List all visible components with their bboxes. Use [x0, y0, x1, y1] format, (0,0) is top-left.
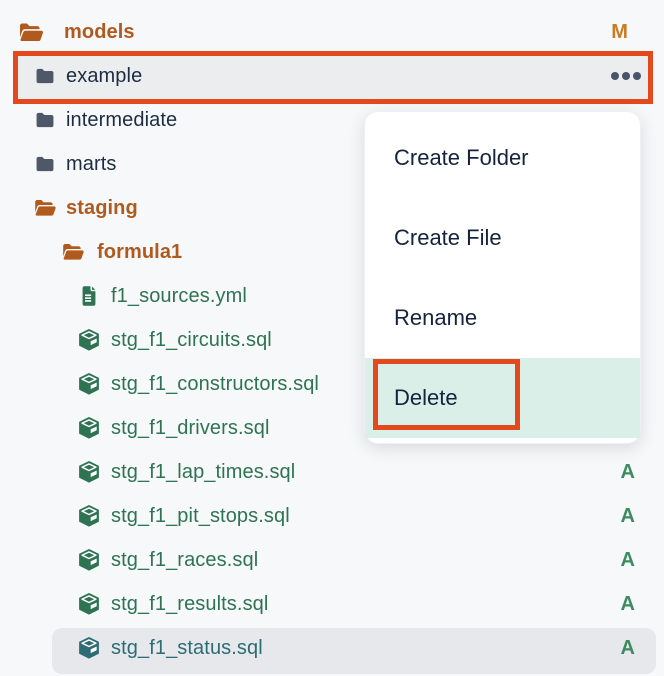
folder-icon [33, 153, 57, 175]
added-badge: A [620, 462, 635, 482]
added-badge: A [620, 638, 635, 658]
file-icon [77, 284, 101, 308]
tree-item-stg-f1-status[interactable]: stg_f1_status.sql A [0, 626, 664, 670]
menu-item-delete[interactable]: Delete [365, 358, 640, 438]
tree-item-example[interactable]: example [0, 54, 664, 98]
menu-item-create-folder[interactable]: Create Folder [365, 118, 640, 198]
menu-item-create-file[interactable]: Create File [365, 198, 640, 278]
tree-item-label: stg_f1_constructors.sql [111, 374, 319, 394]
tree-item-models[interactable]: models M [0, 10, 664, 54]
tree-item-label: intermediate [66, 110, 177, 130]
tree-item-label: models [64, 22, 135, 42]
tree-item-label: stg_f1_circuits.sql [111, 330, 272, 350]
model-cube-icon [77, 372, 101, 396]
tree-item-label: stg_f1_races.sql [111, 550, 258, 570]
ellipsis-icon [611, 72, 619, 80]
tree-item-label: example [66, 66, 142, 86]
tree-item-label: marts [66, 154, 117, 174]
tree-item-label: stg_f1_results.sql [111, 594, 268, 614]
tree-item-stg-f1-pit-stops[interactable]: stg_f1_pit_stops.sql A [0, 494, 664, 538]
tree-item-label: stg_f1_pit_stops.sql [111, 506, 290, 526]
folder-icon [33, 65, 57, 87]
folder-open-icon [33, 196, 57, 220]
model-cube-icon [77, 460, 101, 484]
tree-item-label: staging [66, 198, 138, 218]
tree-item-label: stg_f1_drivers.sql [111, 418, 270, 438]
model-cube-icon [77, 548, 101, 572]
tree-item-label: f1_sources.yml [111, 286, 247, 306]
model-cube-icon [77, 328, 101, 352]
folder-open-icon [16, 19, 46, 46]
menu-item-rename[interactable]: Rename [365, 278, 640, 358]
tree-item-stg-f1-results[interactable]: stg_f1_results.sql A [0, 582, 664, 626]
added-badge: A [620, 550, 635, 570]
folder-icon [33, 109, 57, 131]
added-badge: A [620, 506, 635, 526]
modified-badge: M [611, 22, 628, 42]
added-badge: A [620, 594, 635, 614]
more-actions-button[interactable] [611, 68, 641, 84]
context-menu: Create Folder Create File Rename Delete [364, 111, 641, 444]
model-cube-icon [77, 592, 101, 616]
tree-item-label: formula1 [97, 242, 182, 262]
folder-open-icon [61, 240, 85, 264]
model-cube-icon [77, 504, 101, 528]
tree-item-label: stg_f1_lap_times.sql [111, 462, 295, 482]
tree-item-stg-f1-lap-times[interactable]: stg_f1_lap_times.sql A [0, 450, 664, 494]
model-cube-icon [77, 636, 101, 660]
tree-item-stg-f1-races[interactable]: stg_f1_races.sql A [0, 538, 664, 582]
tree-item-label: stg_f1_status.sql [111, 638, 263, 658]
model-cube-icon [77, 416, 101, 440]
